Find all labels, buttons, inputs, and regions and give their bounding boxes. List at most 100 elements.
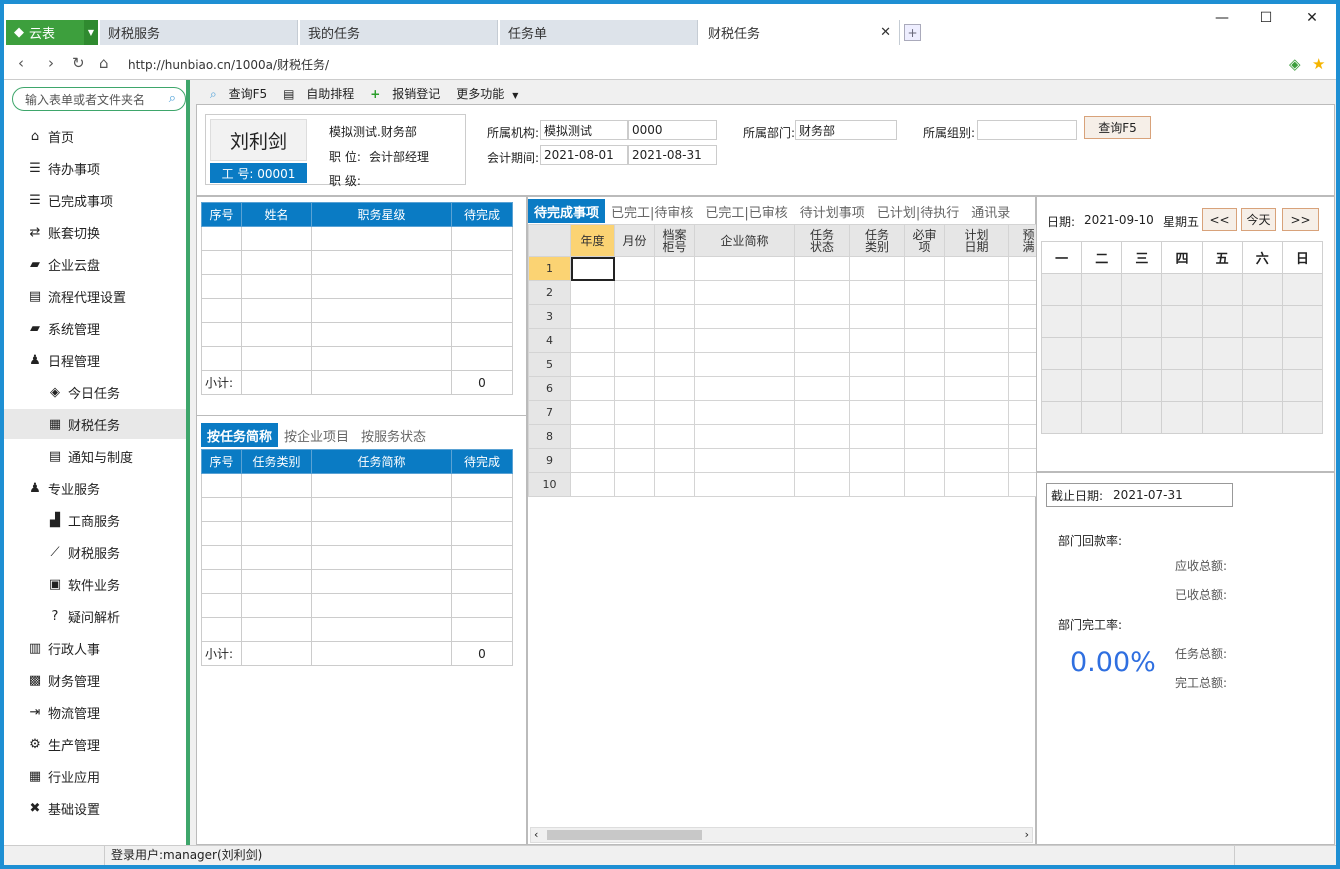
query-f5-button[interactable]: 查询F5 (1084, 116, 1151, 139)
sidebar-item-basic-settings[interactable]: ✖ 基础设置 (4, 793, 186, 823)
row-header[interactable]: 3 (528, 304, 571, 329)
col-header[interactable]: 待完成 (451, 202, 513, 227)
col-header[interactable]: 任务简称 (311, 449, 452, 474)
period-start-input[interactable]: 2021-08-01 (540, 145, 628, 165)
extension-icon[interactable]: ◈ (1289, 55, 1301, 73)
scroll-right-icon[interactable]: › (1025, 828, 1029, 841)
horizontal-scrollbar[interactable]: ‹ › (530, 827, 1033, 843)
sidebar-item-finance-tasks[interactable]: ▦ 财税任务 (4, 409, 186, 439)
row-header[interactable]: 10 (528, 472, 571, 497)
col-header[interactable]: 职务星级 (311, 202, 452, 227)
sidebar-item-schedule[interactable]: ♟ 日程管理 (4, 345, 186, 375)
tab-contacts[interactable]: 通讯录 (965, 199, 1016, 223)
dropdown-arrow-icon[interactable]: ▼ (84, 20, 98, 45)
row-header[interactable]: 4 (528, 328, 571, 353)
col-header[interactable]: 任务 类别 (849, 224, 905, 257)
calendar-week[interactable] (1040, 273, 1324, 306)
tab-done-reviewed[interactable]: 已完工|已审核 (699, 199, 793, 223)
table-row[interactable] (201, 569, 513, 594)
refresh-icon[interactable]: ↻ (72, 54, 85, 72)
sidebar-item-faq[interactable]: ? 疑问解析 (4, 601, 186, 631)
row-header[interactable]: 6 (528, 376, 571, 401)
close-tab-icon[interactable]: ✕ (880, 25, 891, 40)
search-icon[interactable]: ⌕ (169, 91, 176, 106)
sidebar-item-cloud-drive[interactable]: ▰ 企业云盘 (4, 249, 186, 279)
group-input[interactable] (977, 120, 1077, 140)
col-header[interactable]: 计划 日期 (944, 224, 1009, 257)
org-input[interactable]: 模拟测试 (540, 120, 628, 140)
sidebar-item-home[interactable]: ⌂ 首页 (4, 121, 186, 151)
sidebar-search-input[interactable]: 输入表单或者文件夹名 ⌕ (12, 87, 186, 111)
tab-by-enterprise[interactable]: 按企业项目 (278, 423, 355, 447)
period-end-input[interactable]: 2021-08-31 (628, 145, 717, 165)
prev-month-button[interactable]: << (1202, 208, 1237, 231)
tab-finance-service[interactable]: 财税服务 (100, 20, 298, 45)
col-header[interactable]: 年度 (570, 224, 615, 257)
sidebar-item-account-switch[interactable]: ⇄ 账套切换 (4, 217, 186, 247)
table-row[interactable] (201, 274, 513, 299)
sidebar-item-todo[interactable]: ☰ 待办事项 (4, 153, 186, 183)
row-header[interactable]: 5 (528, 352, 571, 377)
favorite-star-icon[interactable]: ★ (1312, 55, 1325, 73)
row-header[interactable]: 2 (528, 280, 571, 305)
tab-my-tasks[interactable]: 我的任务 (300, 20, 498, 45)
tab-pending[interactable]: 待完成事项 (528, 199, 606, 223)
grid-row[interactable]: 4 (528, 328, 1036, 353)
org-code-input[interactable]: 0000 (628, 120, 717, 140)
dept-input[interactable]: 财务部 (795, 120, 897, 140)
grid-row[interactable]: 2 (528, 280, 1036, 305)
new-tab-button[interactable]: + (904, 24, 921, 41)
home-icon[interactable]: ⌂ (99, 54, 109, 72)
sidebar-item-tax-service[interactable]: ⟋ 财税服务 (4, 537, 186, 567)
col-header[interactable]: 必审 项 (904, 224, 945, 257)
tab-finance-tasks[interactable]: 财税任务 ✕ (700, 20, 900, 45)
sidebar-item-software[interactable]: ▣ 软件业务 (4, 569, 186, 599)
sidebar-item-logistics[interactable]: ⇥ 物流管理 (4, 697, 186, 727)
table-row[interactable] (201, 497, 513, 522)
sidebar-item-done[interactable]: ☰ 已完成事项 (4, 185, 186, 215)
calendar-week[interactable] (1040, 401, 1324, 434)
tab-planned[interactable]: 已计划|待执行 (871, 199, 965, 223)
col-header[interactable]: 序号 (201, 202, 242, 227)
grid-row[interactable]: 9 (528, 448, 1036, 473)
tab-task-list[interactable]: 任务单 (500, 20, 698, 45)
table-row[interactable] (201, 593, 513, 618)
table-row[interactable] (201, 545, 513, 570)
calendar-week[interactable] (1040, 305, 1324, 338)
calendar-week[interactable] (1040, 337, 1324, 370)
sidebar-item-production[interactable]: ⚙ 生产管理 (4, 729, 186, 759)
sidebar-item-system[interactable]: ▰ 系统管理 (4, 313, 186, 343)
col-header[interactable]: 任务类别 (241, 449, 312, 474)
table-row[interactable] (201, 226, 513, 251)
tab-by-status[interactable]: 按服务状态 (355, 423, 432, 447)
grid-row[interactable]: 8 (528, 424, 1036, 449)
table-row[interactable] (201, 322, 513, 347)
sidebar-item-pro-service[interactable]: ♟ 专业服务 (4, 473, 186, 503)
col-header[interactable]: 企业简称 (694, 224, 795, 257)
col-header[interactable]: 任务 状态 (794, 224, 850, 257)
grid-row[interactable]: 10 (528, 472, 1036, 497)
col-header[interactable]: 姓名 (241, 202, 312, 227)
row-header[interactable]: 8 (528, 424, 571, 449)
table-row[interactable] (201, 521, 513, 546)
table-row[interactable] (201, 346, 513, 371)
sidebar-item-business-service[interactable]: ▟ 工商服务 (4, 505, 186, 535)
sidebar-item-notices[interactable]: ▤ 通知与制度 (4, 441, 186, 471)
col-header[interactable]: 待完成 (451, 449, 513, 474)
minimize-button[interactable]: — (1212, 10, 1232, 26)
more-functions-button[interactable]: 更多功能 ▼ (448, 85, 518, 102)
today-button[interactable]: 今天 (1241, 208, 1276, 231)
col-header[interactable]: 月份 (614, 224, 655, 257)
row-header[interactable]: 9 (528, 448, 571, 473)
tab-done-unreviewed[interactable]: 已完工|待审核 (605, 199, 699, 223)
col-header[interactable]: 档案 柜号 (654, 224, 695, 257)
grid-row[interactable]: 7 (528, 400, 1036, 425)
scroll-left-icon[interactable]: ‹ (534, 828, 538, 841)
table-row[interactable] (201, 298, 513, 323)
auto-schedule-button[interactable]: ▤ 自助排程 (275, 85, 354, 102)
grid-row[interactable]: 1 (528, 256, 1036, 281)
table-row[interactable] (201, 473, 513, 498)
row-header[interactable]: 1 (528, 256, 571, 281)
sidebar-item-proxy-settings[interactable]: ▤ 流程代理设置 (4, 281, 186, 311)
tab-unplanned[interactable]: 待计划事项 (794, 199, 871, 223)
